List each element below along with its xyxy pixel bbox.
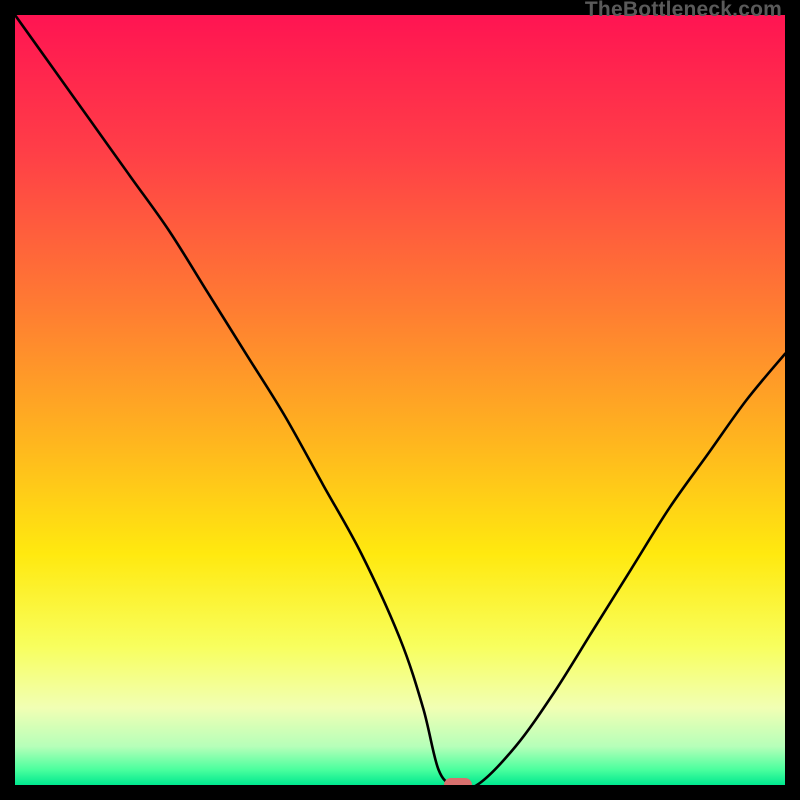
plot-area bbox=[15, 15, 785, 785]
watermark-text: TheBottleneck.com bbox=[585, 0, 782, 22]
optimal-marker bbox=[444, 778, 472, 785]
bottleneck-curve bbox=[15, 15, 785, 785]
chart-frame: TheBottleneck.com bbox=[0, 0, 800, 800]
